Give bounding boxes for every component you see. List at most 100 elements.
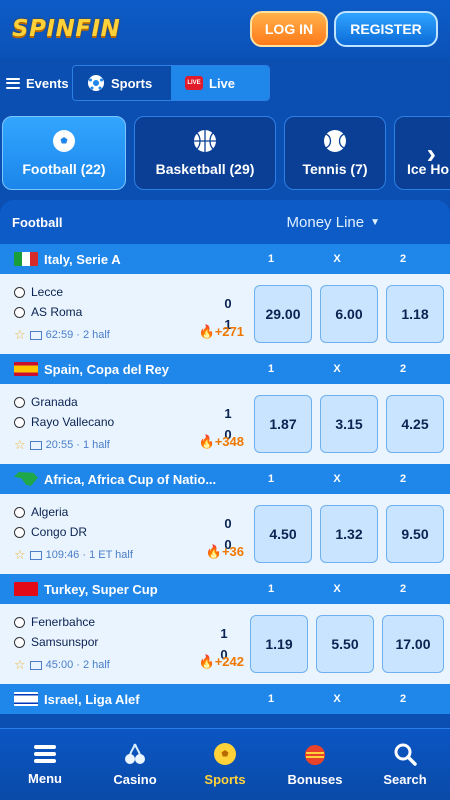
more-count: +242	[214, 654, 244, 669]
match-time: 45:00 · 2 half	[45, 659, 110, 671]
league-header[interactable]: Spain, Copa del Rey 1 X 2	[0, 354, 450, 384]
fire-icon: 🔥	[205, 544, 222, 559]
odd-1-button[interactable]: 1.87	[254, 395, 312, 453]
more-count: +36	[221, 544, 244, 559]
match-row[interactable]: Algeria Congo DR ☆ 109:46 · 1 ET half 00 …	[0, 494, 450, 574]
nav-sports[interactable]: Sports	[185, 742, 265, 787]
away-team: AS Roma	[31, 305, 83, 319]
football-icon	[53, 130, 75, 152]
ball-icon	[14, 396, 25, 408]
market-label: Money Line	[286, 213, 365, 231]
brand-logo[interactable]: SPINFIN	[12, 16, 120, 42]
events-menu[interactable]: Events	[6, 76, 72, 91]
tennis-icon	[324, 130, 346, 152]
pitch-icon	[29, 660, 42, 670]
favorite-star-icon[interactable]: ☆	[14, 657, 26, 673]
nav-label: Bonuses	[287, 772, 343, 787]
nav-search[interactable]: Search	[365, 742, 445, 787]
ball-icon	[14, 636, 25, 648]
tab-sports[interactable]: Sports	[73, 66, 171, 100]
more-markets[interactable]: 🔥+348	[199, 434, 244, 450]
home-score: 1	[220, 626, 228, 641]
panel-header: Football Money Line ▼	[0, 200, 450, 244]
chevron-down-icon: ▼	[370, 216, 380, 228]
sport-tab-tennis[interactable]: Tennis (7)	[284, 116, 386, 190]
login-button[interactable]: LOG IN	[250, 11, 328, 47]
sport-tab-basketball[interactable]: Basketball (29)	[134, 116, 276, 190]
odd-x-button[interactable]: 6.00	[320, 285, 378, 343]
away-team: Samsunspor	[31, 635, 99, 649]
odd-1-button[interactable]: 4.50	[254, 505, 312, 563]
italy-flag-icon	[14, 252, 38, 266]
nav-casino[interactable]: Casino	[95, 742, 175, 787]
nav-menu[interactable]: Menu	[5, 743, 85, 786]
odd-2-button[interactable]: 4.25	[386, 395, 444, 453]
col-x-label: X	[333, 253, 341, 265]
odd-x-button[interactable]: 3.15	[320, 395, 378, 453]
odd-x-button[interactable]: 1.32	[320, 505, 378, 563]
market-select[interactable]: Money Line ▼	[287, 214, 380, 231]
chevron-right-icon[interactable]: ›	[427, 138, 436, 170]
match-row[interactable]: Fenerbahce Samsunspor ☆ 45:00 · 2 half 10…	[0, 604, 450, 684]
top-header: SPINFIN LOG IN REGISTER	[0, 0, 450, 58]
turkey-flag-icon	[14, 582, 38, 596]
hamburger-icon	[6, 77, 20, 89]
match-row[interactable]: Granada Rayo Vallecano ☆ 20:55 · 1 half 1…	[0, 384, 450, 464]
home-team: Lecce	[31, 285, 64, 299]
nav-label: Menu	[28, 771, 62, 786]
col-1-label: 1	[267, 473, 275, 485]
fire-icon: 🔥	[198, 434, 215, 449]
home-score: 0	[224, 516, 232, 531]
col-2-label: 2	[399, 473, 407, 485]
col-x-label: X	[333, 583, 341, 595]
col-2-label: 2	[399, 253, 407, 265]
register-button[interactable]: REGISTER	[334, 11, 438, 47]
ball-icon	[14, 526, 25, 538]
football-icon	[214, 743, 236, 765]
odd-2-button[interactable]: 9.50	[386, 505, 444, 563]
match-time: 62:59 · 2 half	[45, 329, 110, 341]
more-markets[interactable]: 🔥+36	[206, 544, 244, 560]
odd-1-button[interactable]: 29.00	[254, 285, 312, 343]
league-name: Africa, Africa Cup of Natio...	[44, 471, 217, 487]
more-markets[interactable]: 🔥+242	[199, 654, 244, 670]
events-label: Events	[26, 75, 69, 91]
tab-sports-label: Sports	[111, 75, 153, 91]
sport-tab-label: Tennis (7)	[302, 161, 368, 177]
nav-bonuses[interactable]: Bonuses	[275, 742, 355, 787]
more-count: +271	[214, 324, 244, 339]
cherry-icon	[125, 743, 145, 764]
league-name: Spain, Copa del Rey	[44, 361, 169, 377]
home-team: Fenerbahce	[31, 615, 96, 629]
match-time: 20:55 · 1 half	[45, 439, 110, 451]
odd-2-button[interactable]: 17.00	[382, 615, 444, 673]
league-header[interactable]: Africa, Africa Cup of Natio... 1 X 2	[0, 464, 450, 494]
odd-2-button[interactable]: 1.18	[386, 285, 444, 343]
sport-tab-football[interactable]: Football (22)	[2, 116, 126, 190]
league-header[interactable]: Turkey, Super Cup 1 X 2	[0, 574, 450, 604]
col-2-label: 2	[399, 583, 407, 595]
col-2-label: 2	[399, 363, 407, 375]
favorite-star-icon[interactable]: ☆	[14, 327, 26, 343]
bottom-nav: Menu Casino Sports Bonuses Search	[0, 728, 450, 800]
sport-tab-icehockey[interactable]: Ice Ho	[394, 116, 450, 190]
odd-1-button[interactable]: 1.19	[250, 615, 308, 673]
nav-label: Casino	[113, 772, 157, 787]
pitch-icon	[29, 550, 42, 560]
league-header[interactable]: Italy, Serie A 1 X 2	[0, 244, 450, 274]
favorite-star-icon[interactable]: ☆	[14, 437, 26, 453]
mode-switch: Sports LIVE Live	[72, 65, 270, 101]
nav-label: Search	[383, 772, 427, 787]
ball-icon	[14, 616, 25, 628]
home-score: 0	[224, 296, 232, 311]
league-header[interactable]: Israel, Liga Alef 1 X 2	[0, 684, 450, 714]
home-score: 1	[224, 406, 232, 421]
tab-live[interactable]: LIVE Live	[171, 66, 269, 100]
pitch-icon	[29, 440, 42, 450]
away-team: Rayo Vallecano	[31, 415, 115, 429]
odd-x-button[interactable]: 5.50	[316, 615, 374, 673]
more-markets[interactable]: 🔥+271	[199, 324, 244, 340]
favorite-star-icon[interactable]: ☆	[14, 547, 26, 563]
more-count: +348	[214, 434, 244, 449]
match-row[interactable]: Lecce AS Roma ☆ 62:59 · 2 half 01 🔥+271 2…	[0, 274, 450, 354]
